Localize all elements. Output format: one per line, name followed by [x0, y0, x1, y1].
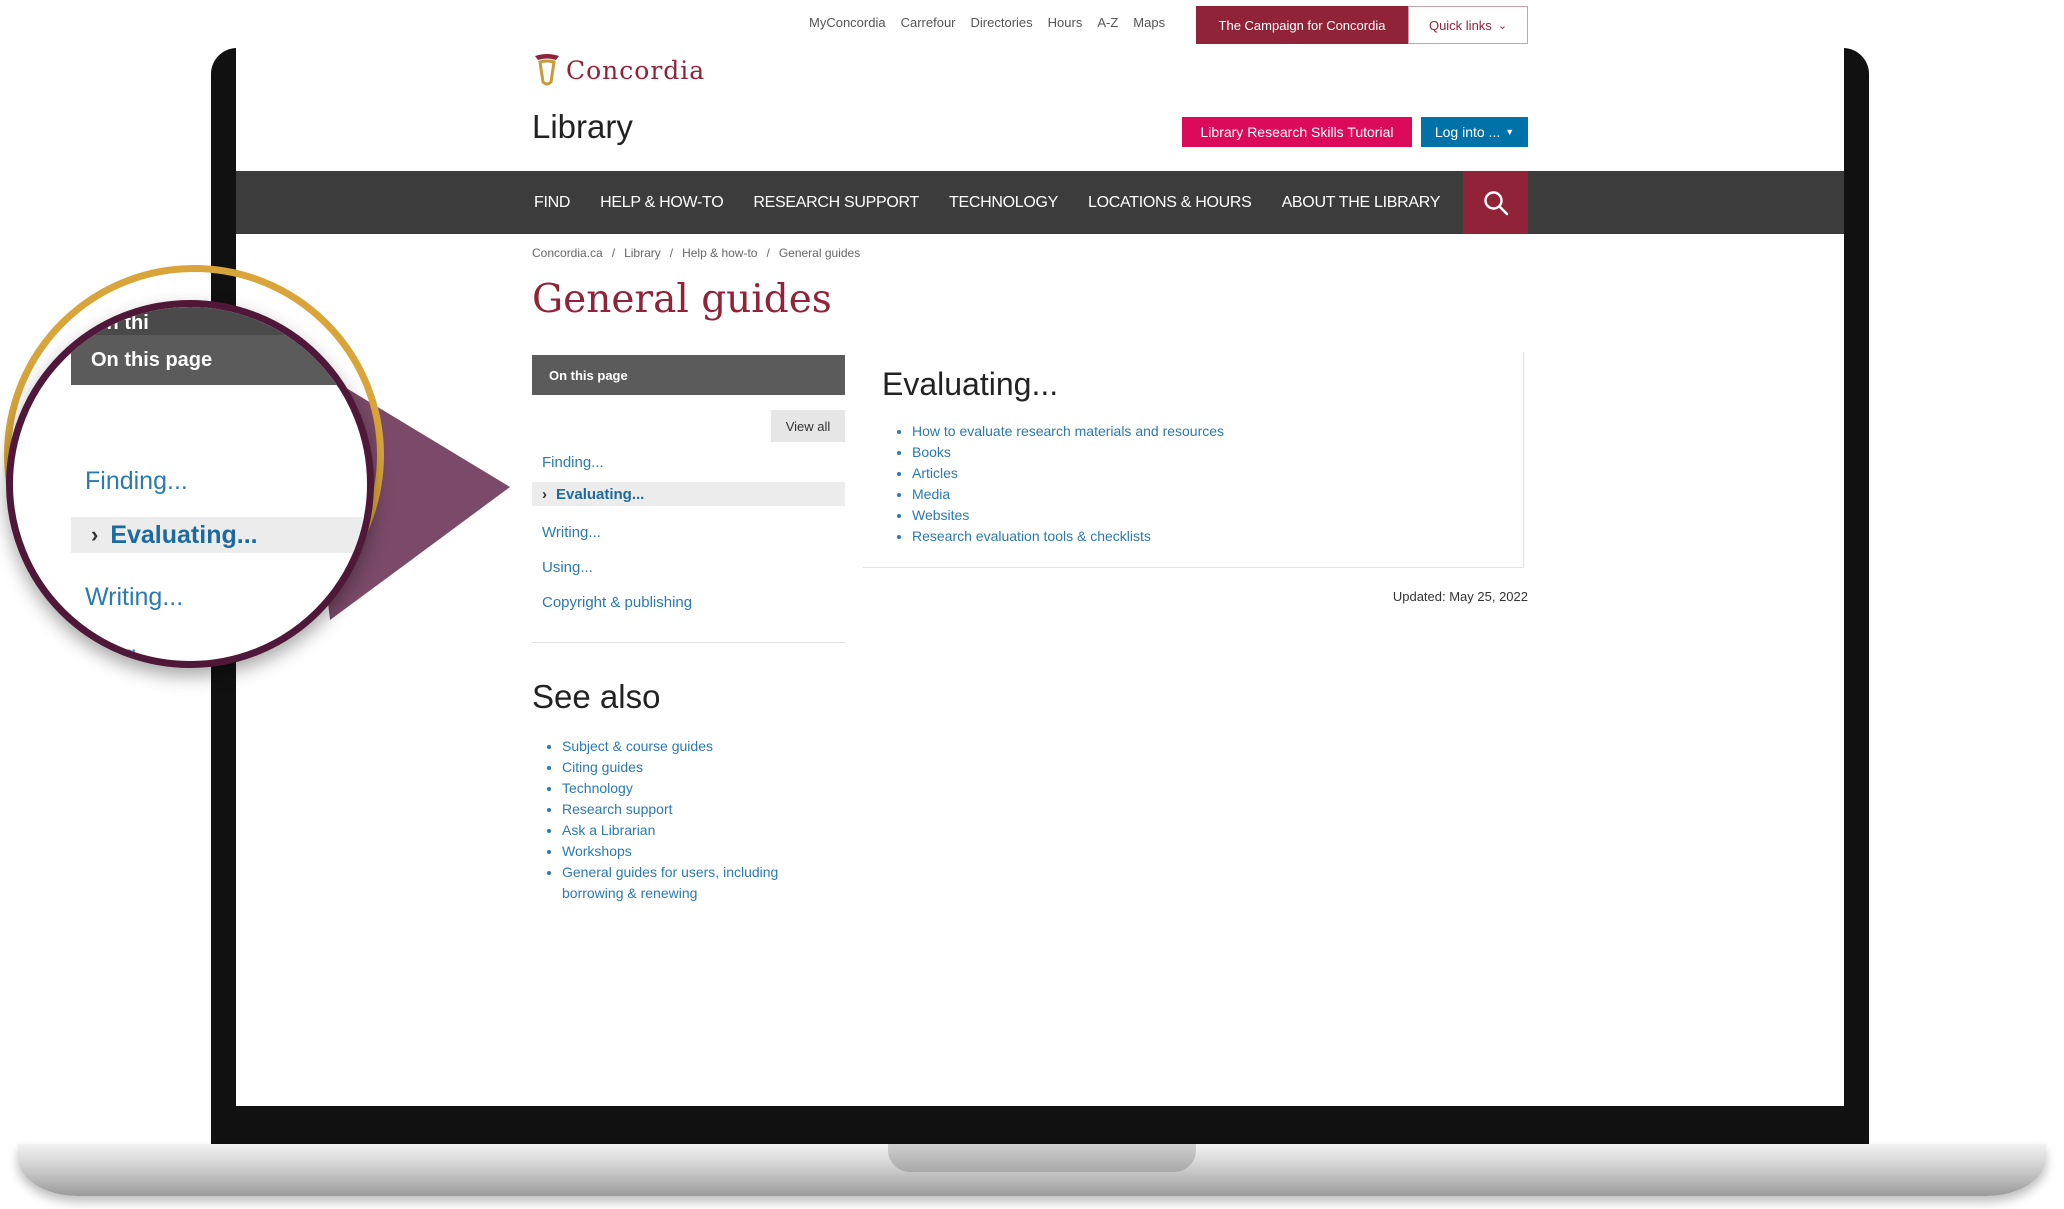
see-also-link[interactable]: Workshops [562, 841, 832, 862]
caret-down-icon: ▼ [1505, 127, 1515, 137]
toc-label: Evaluating... [556, 485, 645, 503]
nav-item-technology[interactable]: TECHNOLOGY [949, 194, 1058, 212]
content-link[interactable]: Websites [912, 505, 1224, 526]
toc-label: Using... [542, 559, 593, 576]
main-navigation: FIND HELP & HOW-TO RESEARCH SUPPORT TECH… [236, 171, 1844, 234]
nav-item-locations-hours[interactable]: LOCATIONS & HOURS [1088, 194, 1252, 212]
search-button[interactable] [1463, 171, 1528, 234]
toc-item-finding[interactable]: Finding... [532, 445, 845, 480]
breadcrumb: Concordia.ca / Library / Help & how-to / Gener… [532, 246, 861, 260]
toc-item-evaluating[interactable]: › Evaluating... [532, 482, 845, 506]
content-link[interactable]: How to evaluate research materials and r… [912, 421, 1224, 442]
see-also-list: Subject & course guides Citing guides Te… [532, 736, 832, 904]
concordia-crest-icon [535, 54, 559, 86]
breadcrumb-current: General guides [778, 246, 861, 260]
updated-date: Updated: May 25, 2022 [1392, 589, 1528, 604]
log-into-dropdown[interactable]: Log into ... ▼ [1421, 117, 1528, 147]
breadcrumb-concordia[interactable]: Concordia.ca [532, 246, 603, 260]
page-title: General guides [532, 277, 832, 322]
toc-item-writing[interactable]: Writing... [532, 515, 845, 550]
toc-label: Finding... [542, 454, 604, 471]
see-also-link[interactable]: Citing guides [562, 757, 832, 778]
on-this-page-nav: Finding... › Evaluating... Writing... Usi… [532, 445, 845, 620]
view-all-button[interactable]: View all [771, 410, 845, 442]
utility-bar: MyConcordia Carrefour Directories Hours … [809, 0, 1180, 44]
log-into-label: Log into ... [1434, 124, 1501, 140]
quick-links-dropdown[interactable]: Quick links ⌄ [1408, 6, 1528, 44]
content-link[interactable]: Media [912, 484, 1224, 505]
nav-item-about-library[interactable]: ABOUT THE LIBRARY [1282, 194, 1441, 212]
laptop-notch [888, 1144, 1196, 1172]
see-also-link[interactable]: Research support [562, 799, 832, 820]
zoom-callout: On thi On this page Finding... › Evaluat… [6, 300, 374, 668]
evaluating-links: How to evaluate research materials and r… [882, 421, 1224, 547]
toc-item-copyright[interactable]: Copyright & publishing [532, 585, 845, 620]
nav-item-research-support[interactable]: RESEARCH SUPPORT [753, 194, 919, 212]
toc-item-using[interactable]: Using... [532, 550, 845, 585]
see-also-link[interactable]: Subject & course guides [562, 736, 832, 757]
section-heading: Evaluating... [882, 366, 1059, 402]
browser-screen: MyConcordia Carrefour Directories Hours … [236, 0, 1844, 1106]
zoom-item-finding: Finding... [85, 467, 188, 495]
concordia-logo[interactable]: Concordia [532, 52, 705, 88]
chevron-down-icon: ⌄ [1497, 19, 1508, 32]
utility-link-directories[interactable]: Directories [971, 15, 1033, 30]
search-icon [1483, 190, 1508, 215]
utility-link-hours[interactable]: Hours [1048, 15, 1083, 30]
toc-label: Writing... [542, 524, 601, 541]
utility-link-carrefour[interactable]: Carrefour [901, 15, 956, 30]
content-link[interactable]: Articles [912, 463, 1224, 484]
logo-text: Concordia [566, 55, 706, 85]
divider [532, 642, 845, 643]
breadcrumb-help[interactable]: Help & how-to [682, 246, 757, 260]
chevron-right-icon: › [542, 485, 547, 503]
research-skills-tutorial-button[interactable]: Library Research Skills Tutorial [1182, 117, 1412, 147]
utility-link-a-z[interactable]: A-Z [1097, 15, 1118, 30]
zoom-item-evaluating: › Evaluating... [71, 517, 367, 553]
toc-label: Copyright & publishing [542, 594, 693, 611]
content-link[interactable]: Books [912, 442, 1224, 463]
campaign-button[interactable]: The Campaign for Concordia [1196, 6, 1408, 44]
see-also-link[interactable]: Technology [562, 778, 832, 799]
content-link[interactable]: Research evaluation tools & checklists [912, 526, 1224, 547]
utility-link-myconcordia[interactable]: MyConcordia [809, 15, 886, 30]
on-this-page-header: On this page [532, 355, 845, 395]
nav-item-help-how-to[interactable]: HELP & HOW-TO [600, 194, 724, 212]
see-also-link[interactable]: Ask a Librarian [562, 820, 832, 841]
nav-item-find[interactable]: FIND [534, 194, 570, 212]
zoom-item-label: Evaluating... [110, 520, 258, 549]
site-title[interactable]: Library [532, 108, 633, 146]
quick-links-label: Quick links [1428, 17, 1492, 33]
utility-link-maps[interactable]: Maps [1133, 15, 1165, 30]
see-also-heading: See also [532, 678, 661, 715]
see-also-link[interactable]: General guides for users, including borr… [562, 862, 832, 904]
zoom-item-writing: Writing... [85, 583, 184, 611]
chevron-right-icon: › [91, 522, 99, 547]
zoom-header: On this page [71, 335, 367, 385]
zoom-item-using: ing... [103, 641, 158, 668]
breadcrumb-library[interactable]: Library [624, 246, 661, 260]
